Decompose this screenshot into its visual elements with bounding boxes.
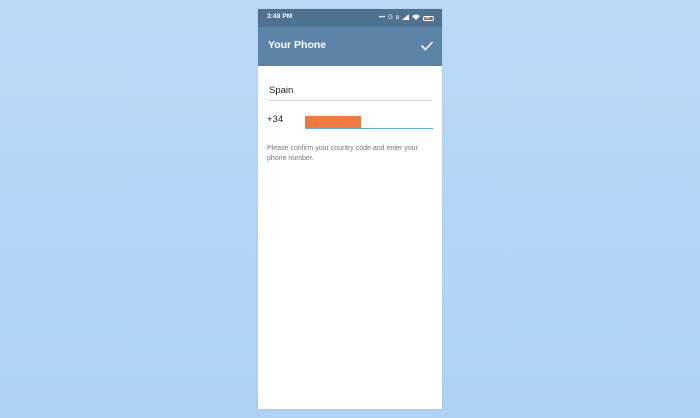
wifi-icon [412,14,420,23]
phone-number-input[interactable] [305,113,433,127]
country-code-field[interactable]: +34 [267,113,295,128]
signal-icon [402,13,409,23]
dots-icon: ••• [378,15,386,21]
hint-text: Please confirm your country code and ent… [267,145,418,162]
checkmark-icon [421,41,433,51]
done-button[interactable] [418,37,436,55]
country-code: +34 [267,114,284,125]
page-title: Your Phone [268,39,327,51]
app-bar: Your Phone [258,27,442,66]
sync-icon: G [388,15,393,21]
phone-screen: 3:48 PM ••• G ʙ Your Phone Spain +34 Ple… [258,9,442,409]
country-selector[interactable]: Spain [268,82,432,101]
country-name: Spain [269,85,294,96]
battery-icon [423,15,434,21]
phone-number-field[interactable] [305,113,433,129]
status-bar: 3:48 PM ••• G ʙ [258,9,442,27]
status-icons: ••• G ʙ [379,13,434,23]
bluetooth-icon: ʙ [395,15,399,21]
status-time: 3:48 PM [267,13,293,20]
